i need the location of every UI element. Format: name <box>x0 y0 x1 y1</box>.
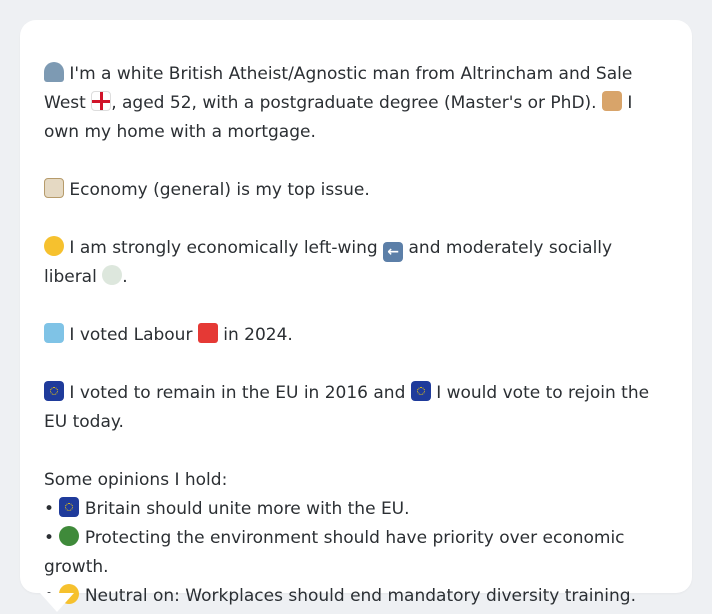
eu-remain-text: I voted to remain in the EU in 2016 and <box>69 383 406 403</box>
left-arrow-icon: ← <box>383 242 404 262</box>
opinion-text: Neutral on: Workplaces should end mandat… <box>84 586 636 606</box>
top-issue-paragraph: Economy (general) is my top issue. <box>44 176 668 205</box>
opinion-text: Protecting the environment should have p… <box>44 528 625 577</box>
person-icon <box>44 62 64 82</box>
ideology-paragraph: I am strongly economically left-wing ← a… <box>44 234 668 292</box>
money-icon <box>44 178 64 198</box>
eu-flag-icon <box>44 381 64 401</box>
tree-icon <box>59 526 80 546</box>
eu-flag-icon <box>59 497 80 517</box>
vote-year-text: in 2024. <box>223 325 293 345</box>
bullet: • <box>44 528 55 548</box>
eu-flag-icon <box>410 381 431 401</box>
economic-ideology-text: I am strongly economically left-wing <box>69 238 378 258</box>
house-icon <box>601 91 622 111</box>
eu-paragraph: I voted to remain in the EU in 2016 and … <box>44 379 668 437</box>
bullet: • <box>44 499 55 519</box>
profile-card: I'm a white British Atheist/Agnostic man… <box>20 20 692 606</box>
speech-bubble-tail <box>40 593 74 612</box>
identity-paragraph: I'm a white British Atheist/Agnostic man… <box>44 60 668 147</box>
opinions-list: • Britain should unite more with the EU.… <box>44 495 668 611</box>
opinions-heading: Some opinions I hold: <box>44 470 228 490</box>
age-education-text: , aged 52, with a postgraduate degree (M… <box>111 93 597 113</box>
ideology-period: . <box>122 267 128 287</box>
vote-text: I voted Labour <box>69 325 193 345</box>
dove-icon <box>102 265 123 285</box>
thinking-face-icon <box>44 236 64 256</box>
list-item: • Britain should unite more with the EU. <box>44 495 668 524</box>
list-item: • Protecting the environment should have… <box>44 524 668 582</box>
red-square-icon <box>197 323 218 343</box>
vote-paragraph: I voted Labour in 2024. <box>44 321 668 350</box>
england-flag-icon <box>91 91 112 111</box>
ballot-box-icon <box>44 323 64 343</box>
list-item: • Neutral on: Workplaces should end mand… <box>44 582 668 611</box>
opinion-text: Britain should unite more with the EU. <box>84 499 410 519</box>
top-issue-text: Economy (general) is my top issue. <box>69 180 370 200</box>
